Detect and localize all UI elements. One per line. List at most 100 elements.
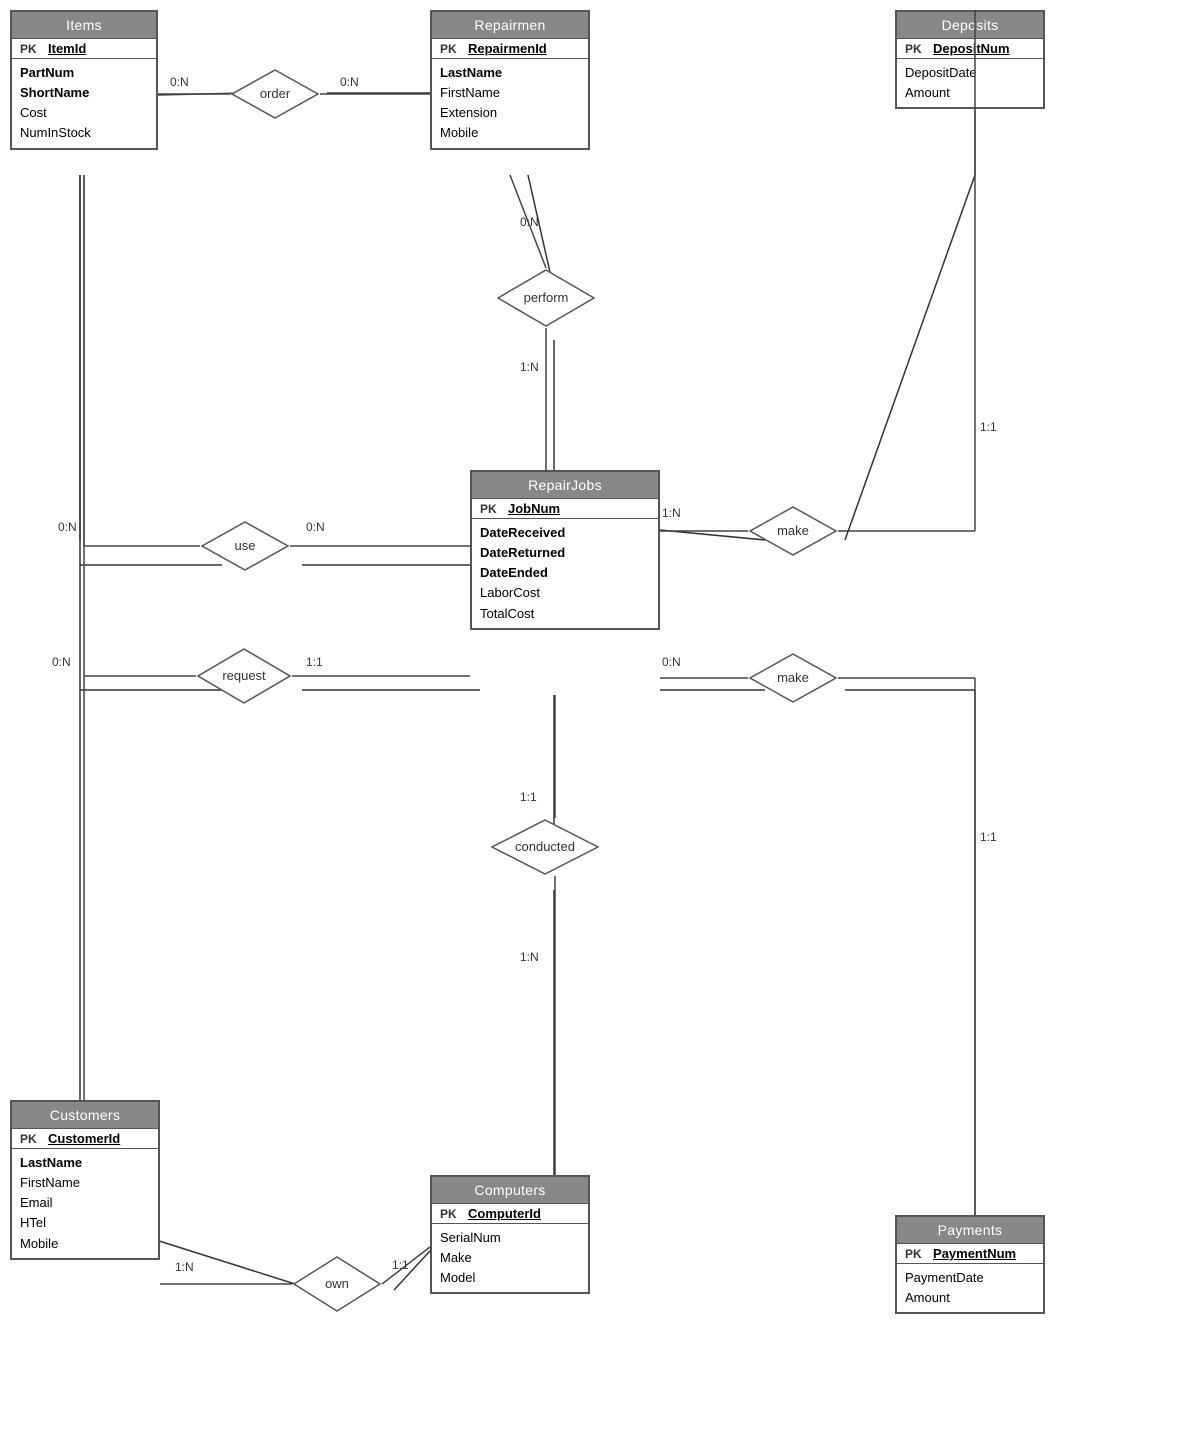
card-order-repairmen: 0:N	[340, 75, 359, 89]
card-repairjobs-make-bottom: 0:N	[662, 655, 681, 669]
svg-text:perform: perform	[524, 290, 569, 305]
payments-pk-field: PaymentNum	[933, 1246, 1016, 1261]
deposits-attr-date: DepositDate	[905, 63, 1035, 83]
repairjobs-pk-field: JobNum	[508, 501, 560, 516]
svg-text:order: order	[260, 86, 291, 101]
entity-items-header: Items	[12, 12, 156, 38]
card-repairmen-perform: 0:N	[520, 215, 539, 229]
deposits-pk-label: PK	[905, 42, 927, 56]
diamond-make-top: make	[748, 505, 838, 560]
computers-attr-serialnum: SerialNum	[440, 1228, 580, 1248]
entity-customers-header: Customers	[12, 1102, 158, 1128]
deposits-pk-field: DepositNum	[933, 41, 1010, 56]
entity-computers-body: PK ComputerId SerialNum Make Model	[432, 1203, 588, 1292]
entity-repairmen: Repairmen PK RepairmenId LastName FirstN…	[430, 10, 590, 150]
entity-repairmen-header: Repairmen	[432, 12, 588, 38]
customers-pk-row: PK CustomerId	[12, 1128, 158, 1148]
entity-repairmen-body: PK RepairmenId LastName FirstName Extens…	[432, 38, 588, 148]
items-attr-numinstock: NumInStock	[20, 123, 148, 143]
customers-pk-field: CustomerId	[48, 1131, 120, 1146]
items-attr-cost: Cost	[20, 103, 148, 123]
entity-computers-header: Computers	[432, 1177, 588, 1203]
card-make-bottom-payments: 1:1	[980, 830, 997, 844]
svg-text:own: own	[325, 1276, 349, 1291]
entity-payments-body: PK PaymentNum PaymentDate Amount	[897, 1243, 1043, 1312]
repairmen-attr-lastname: LastName	[440, 63, 580, 83]
payments-pk-label: PK	[905, 1247, 927, 1261]
items-attr-shortname: ShortName	[20, 83, 148, 103]
entity-deposits: Deposits PK DepositNum DepositDate Amoun…	[895, 10, 1045, 109]
deposits-attrs: DepositDate Amount	[897, 58, 1043, 107]
card-customers-own: 1:N	[175, 1260, 194, 1274]
customers-attrs: LastName FirstName Email HTel Mobile	[12, 1148, 158, 1258]
customers-attr-htel: HTel	[20, 1213, 150, 1233]
computers-attr-make: Make	[440, 1248, 580, 1268]
repairjobs-attr-dateended: DateEnded	[480, 563, 650, 583]
card-customers-request: 0:N	[52, 655, 71, 669]
svg-text:use: use	[235, 538, 256, 553]
card-conducted-computers: 1:N	[520, 950, 539, 964]
customers-attr-lastname: LastName	[20, 1153, 150, 1173]
items-attr-partnum: PartNum	[20, 63, 148, 83]
repairmen-attr-extension: Extension	[440, 103, 580, 123]
entity-payments-header: Payments	[897, 1217, 1043, 1243]
items-pk-field: ItemId	[48, 41, 86, 56]
diamond-own: own	[292, 1255, 382, 1313]
repairjobs-pk-label: PK	[480, 502, 502, 516]
repairjobs-attr-datereturned: DateReturned	[480, 543, 650, 563]
entity-customers: Customers PK CustomerId LastName FirstNa…	[10, 1100, 160, 1260]
svg-text:request: request	[222, 668, 266, 683]
diamond-order: order	[230, 68, 320, 120]
computers-pk-row: PK ComputerId	[432, 1203, 588, 1223]
repairjobs-pk-row: PK JobNum	[472, 498, 658, 518]
entity-computers: Computers PK ComputerId SerialNum Make M…	[430, 1175, 590, 1294]
computers-pk-field: ComputerId	[468, 1206, 541, 1221]
entity-repairjobs-body: PK JobNum DateReceived DateReturned Date…	[472, 498, 658, 628]
customers-attr-firstname: FirstName	[20, 1173, 150, 1193]
entity-payments: Payments PK PaymentNum PaymentDate Amoun…	[895, 1215, 1045, 1314]
entity-items-body: PK ItemId PartNum ShortName Cost NumInSt…	[12, 38, 156, 148]
items-pk-row: PK ItemId	[12, 38, 156, 58]
repairjobs-attr-laborcost: LaborCost	[480, 583, 650, 603]
card-own-computers: 1:1	[392, 1258, 409, 1272]
card-request-repairjobs: 1:1	[306, 655, 323, 669]
repairjobs-attrs: DateReceived DateReturned DateEnded Labo…	[472, 518, 658, 628]
repairmen-attr-firstname: FirstName	[440, 83, 580, 103]
card-perform-repairjobs: 1:N	[520, 360, 539, 374]
deposits-pk-row: PK DepositNum	[897, 38, 1043, 58]
deposits-attr-amount: Amount	[905, 83, 1035, 103]
repairmen-pk-row: PK RepairmenId	[432, 38, 588, 58]
card-items-use: 0:N	[58, 520, 77, 534]
entity-deposits-header: Deposits	[897, 12, 1043, 38]
computers-attr-model: Model	[440, 1268, 580, 1288]
svg-text:conducted: conducted	[515, 839, 575, 854]
card-repairjobs-conducted: 1:1	[520, 790, 537, 804]
payments-attrs: PaymentDate Amount	[897, 1263, 1043, 1312]
repairmen-attr-mobile: Mobile	[440, 123, 580, 143]
payments-attr-amount: Amount	[905, 1288, 1035, 1308]
diamond-perform: perform	[496, 268, 596, 328]
card-items-order: 0:N	[170, 75, 189, 89]
repairjobs-attr-datereceived: DateReceived	[480, 523, 650, 543]
repairjobs-attr-totalcost: TotalCost	[480, 604, 650, 624]
card-make-top-deposits: 1:1	[980, 420, 997, 434]
svg-text:make: make	[777, 670, 809, 685]
repairmen-attrs: LastName FirstName Extension Mobile	[432, 58, 588, 148]
entity-repairjobs: RepairJobs PK JobNum DateReceived DateRe…	[470, 470, 660, 630]
diamond-request: request	[196, 647, 292, 708]
card-use-repairjobs: 0:N	[306, 520, 325, 534]
entity-items: Items PK ItemId PartNum ShortName Cost N…	[10, 10, 158, 150]
erd-diagram: Items PK ItemId PartNum ShortName Cost N…	[0, 0, 1200, 1431]
repairmen-pk-label: PK	[440, 42, 462, 56]
diamond-use: use	[200, 520, 290, 572]
customers-pk-label: PK	[20, 1132, 42, 1146]
computers-attrs: SerialNum Make Model	[432, 1223, 588, 1292]
items-pk-label: PK	[20, 42, 42, 56]
repairmen-pk-field: RepairmenId	[468, 41, 547, 56]
diamond-make-bottom: make	[748, 652, 838, 704]
diamond-conducted: conducted	[490, 818, 600, 876]
entity-customers-body: PK CustomerId LastName FirstName Email H…	[12, 1128, 158, 1258]
customers-attr-mobile: Mobile	[20, 1234, 150, 1254]
payments-attr-date: PaymentDate	[905, 1268, 1035, 1288]
payments-pk-row: PK PaymentNum	[897, 1243, 1043, 1263]
